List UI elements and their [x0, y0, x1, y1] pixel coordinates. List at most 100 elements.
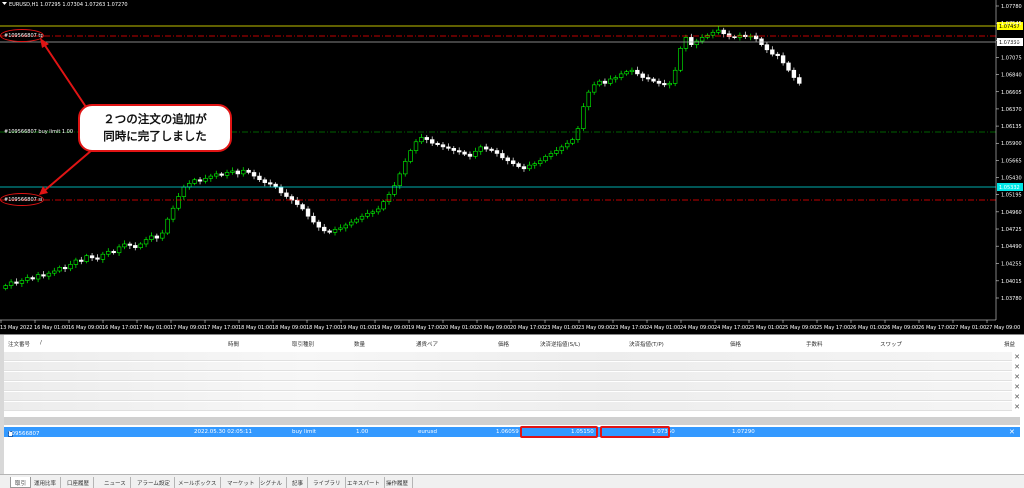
table-row[interactable] [4, 372, 1012, 381]
col-profit[interactable]: 損益 [1004, 340, 1015, 348]
table-row[interactable] [4, 392, 1012, 401]
price-chart[interactable]: EURUSD,H1 1.07295 1.07304 1.07263 1.0727… [0, 0, 1024, 334]
col-volume[interactable]: 数量 [354, 340, 365, 348]
price-tick-label: 1.06605 [1001, 90, 1022, 96]
candle-body [251, 172, 257, 177]
candle-body [699, 37, 705, 42]
candle-body [656, 80, 662, 84]
col-symbol[interactable]: 通貨ペア [416, 340, 438, 348]
candle-body [430, 139, 435, 144]
candle-body [359, 215, 365, 220]
time-tick-label: 16 May 09:00 [68, 325, 102, 331]
candle-body [500, 153, 505, 159]
candlestick-series [3, 26, 802, 291]
candle-body [230, 170, 235, 173]
candle-body [764, 44, 770, 51]
candle-body [197, 179, 203, 182]
tab-articles[interactable]: 記事 [288, 477, 309, 488]
candle-body [160, 232, 165, 239]
callout-box: ２つの注文の追加が 同時に完了しました [78, 104, 232, 152]
tab-journal[interactable]: 操作履歴 [382, 477, 414, 488]
candle-body [106, 250, 111, 255]
candle-body [192, 179, 197, 184]
candle-body [381, 201, 386, 210]
candle-body [73, 259, 79, 265]
close-order-icon[interactable]: ✕ [1013, 393, 1021, 401]
candle-body [8, 281, 14, 286]
close-order-icon[interactable]: ✕ [1013, 383, 1021, 391]
order-symbol-cell: eurusd [418, 429, 437, 435]
time-tick-label: 18 May 09:00 [272, 325, 306, 331]
price-scale: 1.07780 1.07545 1.07310 1.07075 1.06840 1.066… [995, 0, 1022, 320]
tab-market[interactable]: マーケット [223, 477, 260, 488]
col-swap[interactable]: スワップ [880, 340, 902, 348]
sl-highlight-box [520, 426, 598, 438]
candle-body [278, 186, 284, 194]
col-commission[interactable]: 手数料 [806, 340, 823, 348]
order-current-price-cell: 1.07290 [732, 429, 755, 435]
tab-news[interactable]: ニュース [100, 477, 131, 488]
candle-body [683, 37, 689, 49]
candle-body [165, 218, 170, 234]
col-price[interactable]: 価格 [498, 340, 509, 348]
candle-body [473, 150, 478, 157]
table-row[interactable] [4, 352, 1012, 361]
candle-body [154, 235, 160, 239]
candle-body [570, 139, 575, 144]
chart-window[interactable]: EURUSD,H1 1.07295 1.07304 1.07263 1.0727… [0, 0, 1024, 334]
candle-body [300, 204, 305, 210]
candle-body [68, 264, 73, 270]
candle-body [467, 153, 473, 157]
table-row[interactable] [4, 362, 1012, 371]
price-tick-label: 1.06135 [1001, 124, 1022, 130]
candle-body [710, 31, 716, 36]
candle-body [235, 170, 241, 175]
candle-body [678, 48, 683, 71]
table-row[interactable] [4, 402, 1012, 411]
tab-library[interactable]: ライブラリ [309, 477, 346, 488]
close-order-icon[interactable]: ✕ [1013, 403, 1021, 411]
time-tick-label: 25 May 09:00 [782, 325, 816, 331]
tab-signals[interactable]: シグナル [256, 477, 288, 488]
close-order-icon[interactable]: ✕ [1013, 363, 1021, 371]
close-order-icon[interactable]: ✕ [1013, 373, 1021, 381]
tab-alerts[interactable]: アラーム設定 [133, 477, 175, 488]
col-sl[interactable]: 決済逆指値(S/L) [540, 340, 580, 348]
tab-experts[interactable]: エキスパート [343, 477, 385, 488]
tab-exposure[interactable]: 運用比率 [30, 477, 62, 488]
candle-body [35, 274, 41, 280]
candle-body [532, 163, 537, 166]
col-current-price[interactable]: 価格 [730, 340, 741, 348]
tab-trade[interactable]: 取引 [10, 477, 32, 488]
price-tick-label: 1.04255 [1001, 261, 1022, 267]
candle-body [143, 239, 149, 245]
time-tick-label: 18 May 01:00 [238, 325, 272, 331]
tab-account-history[interactable]: 口座履歴 [63, 477, 95, 488]
price-tick-label: 1.07310 [1001, 38, 1022, 44]
candle-body [521, 166, 527, 170]
time-tick-label: 26 May 09:00 [884, 325, 918, 331]
candle-body [354, 218, 359, 223]
col-order-id[interactable]: 注文番号 [8, 340, 30, 348]
candle-body [100, 253, 106, 260]
candle-body [575, 128, 581, 140]
col-sort-indicator[interactable]: / [40, 340, 42, 346]
col-type[interactable]: 取引種別 [292, 340, 314, 348]
close-order-icon[interactable]: ✕ [1013, 353, 1021, 361]
table-row[interactable] [4, 382, 1012, 391]
candle-body [797, 77, 802, 84]
col-tp[interactable]: 決済指値(T/P) [629, 340, 664, 348]
order-type-cell: buy limit [292, 429, 317, 435]
time-tick-label: 18 May 17:00 [306, 325, 340, 331]
candle-body [181, 186, 187, 197]
tab-mailbox[interactable]: メールボックス [174, 477, 222, 488]
close-order-icon[interactable]: ✕ [1009, 428, 1015, 436]
chart-menu-icon[interactable] [2, 2, 7, 5]
order-time-cell: 2022.05.30 02:05:11 [194, 429, 252, 435]
candle-body [645, 77, 651, 80]
selected-order-row[interactable]: 109566807 2022.05.30 02:05:11 buy limit … [4, 427, 1020, 437]
toolbox-terminal: 注文番号 / 時間 取引種別 数量 通貨ペア 価格 決済逆指値(S/L) 決済指… [0, 334, 1024, 488]
candle-body [122, 243, 127, 248]
col-time[interactable]: 時間 [228, 340, 239, 348]
candle-body [505, 157, 510, 162]
